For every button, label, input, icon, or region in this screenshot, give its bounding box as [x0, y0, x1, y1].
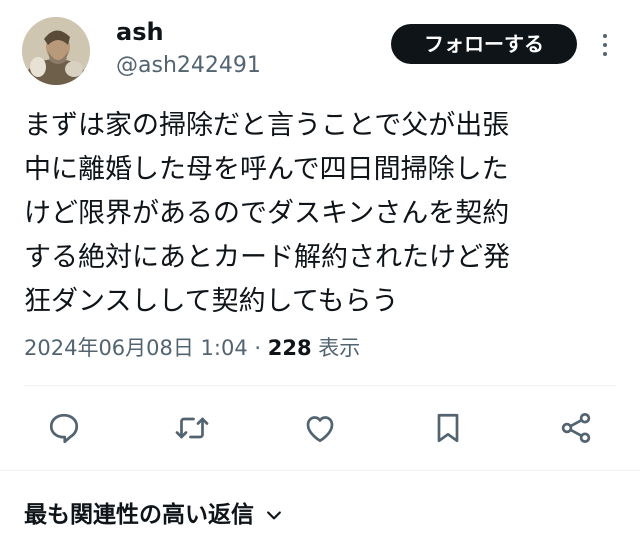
retweet-button[interactable]	[174, 410, 210, 446]
share-button[interactable]	[558, 410, 594, 446]
like-button[interactable]	[302, 410, 338, 446]
bookmark-button[interactable]	[430, 410, 466, 446]
tweet-text: まずは家の掃除だと言うことで父が出張 中に離婚した母を呼んで四日間掃除した けど…	[24, 110, 510, 317]
tweet-detail-page: ash @ash242491 フォローする まずは家の掃除だと言うことで父が出張…	[0, 0, 640, 537]
divider	[0, 470, 640, 471]
user-handle[interactable]: @ash242491	[116, 52, 261, 80]
share-icon	[561, 413, 591, 443]
reply-button[interactable]	[46, 410, 82, 446]
tweet-meta: 2024年06月08日 1:04 · 228 表示	[24, 333, 360, 363]
replies-sort-dropdown[interactable]: 最も関連性の高い返信	[24, 498, 284, 532]
display-name[interactable]: ash	[116, 18, 164, 46]
views-count: 228	[267, 336, 312, 360]
heart-icon	[306, 416, 334, 443]
bookmark-icon	[437, 413, 459, 443]
tweet-timestamp[interactable]: 2024年06月08日 1:04	[24, 336, 248, 360]
more-dot	[603, 52, 607, 56]
meta-separator: ·	[247, 336, 268, 360]
divider	[24, 385, 616, 386]
reply-icon	[49, 413, 79, 444]
chevron-down-icon	[267, 511, 281, 520]
follow-button[interactable]: フォローする	[391, 24, 577, 64]
tweet-header: ash @ash242491 フォローする	[0, 0, 640, 92]
more-options-icon[interactable]	[594, 28, 616, 62]
user-avatar[interactable]	[22, 17, 90, 85]
more-dot	[603, 43, 607, 47]
avatar-image	[22, 17, 90, 85]
retweet-icon	[175, 417, 209, 439]
replies-sort-label: 最も関連性の高い返信	[24, 502, 254, 528]
more-dot	[603, 34, 607, 38]
views-label: 表示	[318, 336, 361, 360]
